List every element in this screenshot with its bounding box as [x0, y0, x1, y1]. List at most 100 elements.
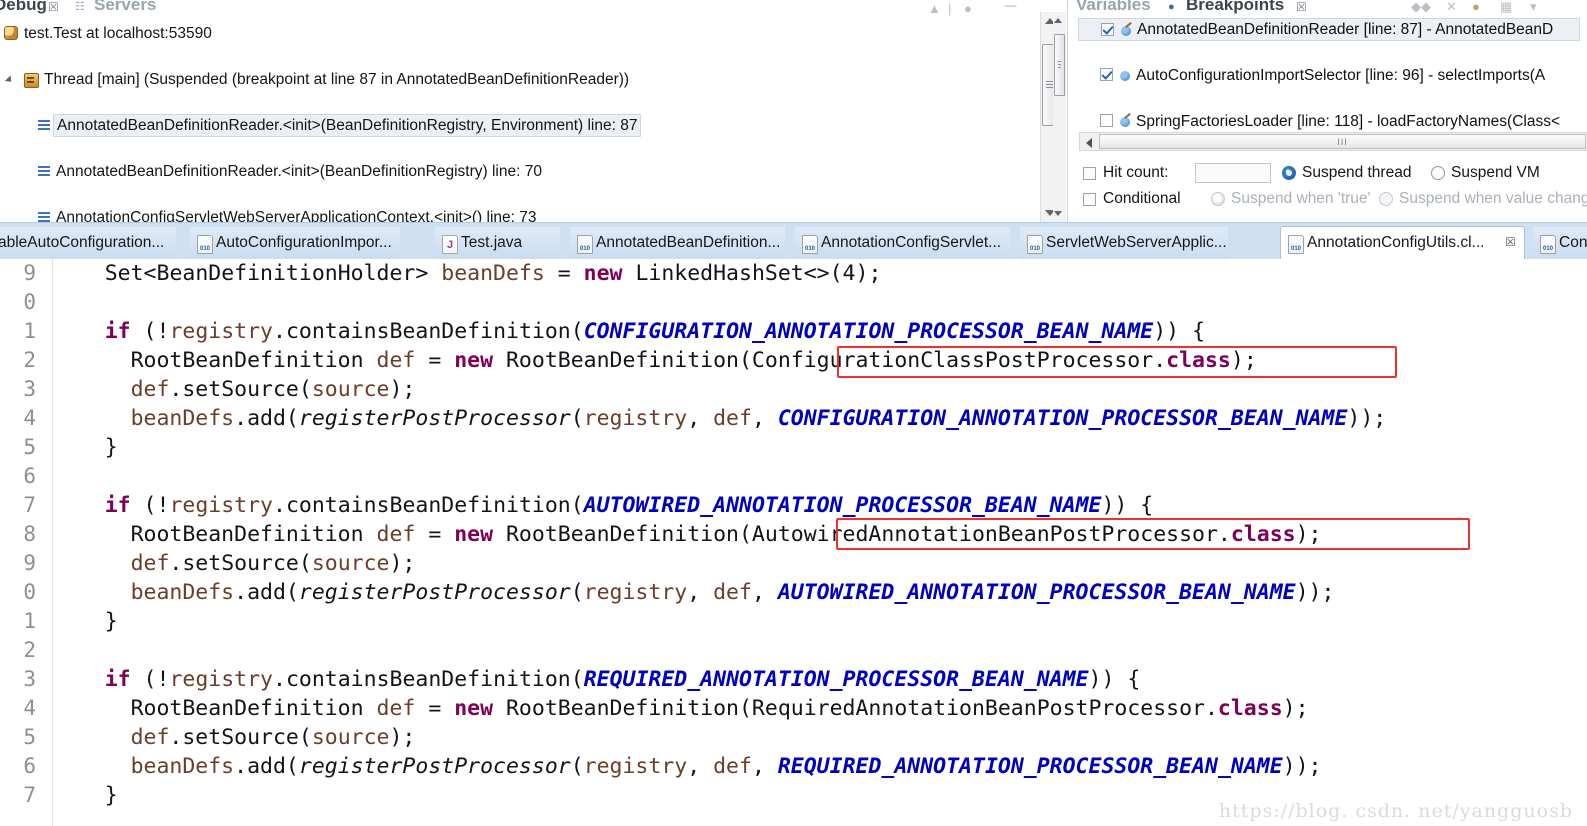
code-token: ); [389, 377, 416, 402]
code-line[interactable]: def.setSource(source); [131, 723, 416, 752]
horizontal-scrollbar-thumb[interactable] [1099, 134, 1586, 149]
suspend-vm-radio[interactable] [1431, 166, 1445, 180]
stack-frame-row[interactable]: AnnotatedBeanDefinitionReader.<init>(Bea… [0, 114, 1036, 137]
editor-tab[interactable]: AnnotatedBeanDefinition... [570, 227, 785, 259]
stack-frame-row[interactable]: AnnotationConfigServletWebServerApplicat… [0, 206, 1036, 222]
editor-tab[interactable]: AnnotationConfigServlet... [795, 227, 1010, 259]
breakpoints-tab-close-icon[interactable]: ☒ [1296, 0, 1307, 14]
scrollbar-thumb[interactable] [1054, 34, 1065, 96]
code-line[interactable]: RootBeanDefinition def = new RootBeanDef… [131, 520, 1322, 549]
editor-tab[interactable]: Con [1533, 227, 1587, 259]
code-line[interactable]: if (!registry.containsBeanDefinition(REQ… [105, 665, 1141, 694]
breakpoint-icon [1120, 71, 1130, 81]
toolbar-icon-skip-breakpoints[interactable]: ◆◆ [1411, 0, 1431, 15]
toolbar-ghost-icon-1[interactable]: ▲ [928, 1, 941, 16]
toolbar-icon-view-menu[interactable]: ▾ [1530, 0, 1537, 15]
launch-configuration-row[interactable]: test.Test at localhost:53590 [0, 22, 1036, 45]
scroll-down-arrow-icon[interactable] [1054, 211, 1062, 216]
breakpoint-enabled-checkbox[interactable] [1100, 114, 1113, 127]
scroll-left-arrow-icon[interactable] [1086, 138, 1092, 148]
hit-count-input[interactable] [1195, 163, 1271, 183]
editor-tab[interactable]: ableAutoConfiguration... [0, 227, 176, 259]
breakpoint-row[interactable]: AutoConfigurationImportSelector [line: 9… [1078, 64, 1587, 87]
code-token: )); [1282, 754, 1322, 779]
conditional-checkbox[interactable] [1083, 193, 1096, 206]
suspend-thread-radio[interactable] [1282, 166, 1296, 180]
code-line[interactable]: } [105, 433, 118, 462]
code-line[interactable]: RootBeanDefinition def = new RootBeanDef… [131, 694, 1309, 723]
tab-servers[interactable]: Servers [94, 0, 156, 15]
line-number: 4 [23, 406, 36, 430]
line-number: 9 [23, 551, 36, 575]
code-line[interactable]: beanDefs.add(registerPostProcessor(regis… [131, 404, 1387, 433]
code-line[interactable]: def.setSource(source); [131, 375, 416, 404]
code-token: (! [130, 667, 170, 692]
line-number: 7 [23, 493, 36, 517]
code-token: registerPostProcessor [298, 754, 571, 779]
line-number: 6 [23, 754, 36, 778]
code-token: } [104, 435, 118, 460]
tab-breakpoints[interactable]: Breakpoints [1186, 0, 1284, 15]
breakpoints-horizontal-scrollbar[interactable] [1079, 132, 1587, 151]
toolbar-icon-remove-breakpoint[interactable]: ✕ [1446, 0, 1457, 15]
breakpoint-enabled-checkbox[interactable] [1101, 23, 1114, 36]
toolbar-ghost-icon-2[interactable]: ● [964, 1, 972, 16]
close-icon[interactable]: ☒ [1505, 236, 1517, 248]
code-token: , [751, 406, 778, 431]
toolbar-icon-remove-all[interactable]: ● [1472, 0, 1480, 14]
breakpoint-row[interactable]: AnnotatedBeanDefinitionReader [line: 87]… [1078, 18, 1580, 41]
breakpoints-list[interactable]: AnnotatedBeanDefinitionReader [line: 87]… [1078, 14, 1587, 130]
hit-count-checkbox[interactable] [1083, 167, 1096, 180]
scroll-up-arrow-icon[interactable] [1054, 18, 1062, 23]
code-line[interactable]: } [105, 781, 118, 810]
suspend-when-value-changes-radio[interactable] [1379, 192, 1393, 206]
stack-frame-label: AnnotationConfigServletWebServerApplicat… [56, 209, 537, 222]
suspend-when-true-radio[interactable] [1211, 192, 1225, 206]
code-token: def [713, 580, 752, 605]
code-line[interactable]: beanDefs.add(registerPostProcessor(regis… [131, 752, 1322, 781]
class-file-icon [1540, 235, 1556, 254]
line-number: 3 [23, 377, 36, 401]
breakpoint-dot-icon: ● [1168, 1, 1175, 13]
code-line[interactable]: Set<BeanDefinitionHolder> beanDefs = new… [105, 259, 882, 288]
code-line[interactable]: } [105, 607, 118, 636]
editor-tab[interactable]: AutoConfigurationImpor... [190, 227, 400, 259]
editor-tab-active[interactable]: AnnotationConfigUtils.cl... ☒ [1280, 226, 1525, 259]
code-token: ); [389, 725, 416, 750]
breakpoints-view-scrollbar[interactable] [1053, 12, 1066, 222]
editor-tab-label: AnnotationConfigUtils.cl... [1307, 234, 1485, 251]
minimize-icon[interactable]: ─ [1005, 0, 1016, 16]
editor-tab[interactable]: Test.java [435, 227, 560, 259]
toolbar-icon-show-list[interactable]: ▦ [1500, 0, 1512, 15]
tab-debug[interactable]: Debug [0, 0, 47, 15]
thread-row[interactable]: Thread [main] (Suspended (breakpoint at … [0, 68, 1036, 91]
code-editor[interactable]: 9 0 1 2 3 4 5 6 7 8 9 0 1 2 3 4 5 6 7 Set<BeanDefinitionHo… [0, 259, 1587, 826]
editor-tab-bar[interactable]: ableAutoConfiguration... AutoConfigurati… [0, 222, 1587, 259]
class-file-icon [197, 235, 213, 254]
code-token: RootBeanDefinition [130, 696, 377, 721]
breakpoint-properties: Hit count: Suspend thread Suspend VM Con… [1079, 160, 1587, 212]
code-token: .setSource( [169, 377, 312, 402]
code-token: def [376, 696, 429, 721]
stack-frame-row[interactable]: AnnotatedBeanDefinitionReader.<init>(Bea… [0, 160, 1036, 183]
code-line[interactable]: def.setSource(source); [131, 549, 416, 578]
tab-variables[interactable]: Variables [1076, 0, 1151, 15]
code-token: registry [169, 319, 274, 344]
breakpoint-row[interactable]: SpringFactoriesLoader [line: 118] - load… [1078, 110, 1587, 133]
code-line[interactable]: if (!registry.containsBeanDefinition(CON… [105, 317, 1205, 346]
debug-tab-close-icon[interactable]: ☒ [48, 0, 59, 14]
code-line[interactable]: RootBeanDefinition def = new RootBeanDef… [131, 346, 1257, 375]
breakpoint-enabled-checkbox[interactable] [1100, 68, 1113, 81]
code-line[interactable]: beanDefs.add(registerPostProcessor(regis… [131, 578, 1335, 607]
code-token: LinkedHashSet<>(4); [622, 261, 882, 286]
line-number: 5 [23, 725, 36, 749]
code-token: , [687, 580, 714, 605]
launch-configuration-label: test.Test at localhost:53590 [24, 25, 212, 42]
code-line[interactable]: if (!registry.containsBeanDefinition(AUT… [105, 491, 1154, 520]
class-file-icon [1027, 235, 1043, 254]
debug-stack-tree[interactable]: test.Test at localhost:53590 Thread [mai… [0, 16, 1036, 222]
code-content[interactable]: Set<BeanDefinitionHolder> beanDefs = new… [53, 259, 1587, 826]
code-token: .add( [234, 580, 299, 605]
editor-tab[interactable]: ServletWebServerApplic... [1020, 227, 1228, 259]
expander-icon[interactable] [4, 75, 15, 85]
